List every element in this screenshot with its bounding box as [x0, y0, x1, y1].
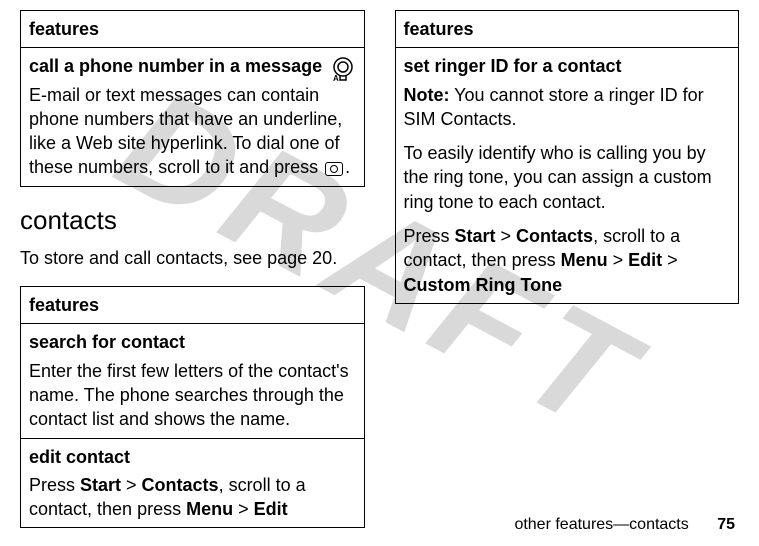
softkey-menu: Menu — [186, 499, 233, 519]
features-header: features — [21, 11, 365, 48]
feature-body-text: Press — [29, 475, 80, 495]
menu-contacts: Contacts — [516, 226, 593, 246]
softkey-menu: Menu — [561, 250, 608, 270]
features-header: features — [21, 287, 365, 324]
menu-edit: Edit — [628, 250, 662, 270]
feature-title: call a phone number in a message — [29, 54, 356, 78]
menu-custom-ring-tone: Custom Ring Tone — [404, 275, 563, 295]
contacts-heading: contacts — [20, 205, 365, 236]
feature-title: edit contact — [29, 445, 356, 469]
menu-contacts: Contacts — [142, 475, 219, 495]
softkey-start: Start — [455, 226, 496, 246]
text: Press — [404, 226, 455, 246]
note-body: You cannot store a ringer ID for SIM Con… — [404, 85, 704, 129]
sep: > — [233, 499, 254, 519]
sep: > — [121, 475, 142, 495]
feature-row: set ringer ID for a contact Note: You ca… — [395, 48, 739, 304]
feature-row: search for contact Enter the first few l… — [21, 324, 365, 438]
feature-row: edit contact Press Start > Contacts, scr… — [21, 438, 365, 528]
feature-title: search for contact — [29, 330, 356, 354]
softkey-start: Start — [80, 475, 121, 495]
note-paragraph: Note: You cannot store a ringer ID for S… — [404, 83, 731, 132]
sep: > — [662, 250, 678, 270]
center-key-icon — [325, 162, 343, 176]
contacts-intro: To store and call contacts, see page 20. — [20, 246, 365, 270]
feature-body-text-end: . — [345, 157, 350, 177]
features-box-call-number: features A call a phone number in a mess… — [20, 10, 365, 187]
note-label: Note: — [404, 85, 450, 105]
right-column: features set ringer ID for a contact Not… — [395, 10, 740, 546]
feature-body-text: E-mail or text messages can contain phon… — [29, 85, 342, 178]
page-content: features A call a phone number in a mess… — [0, 0, 759, 546]
sep: > — [496, 226, 517, 246]
feature-title: set ringer ID for a contact — [404, 54, 731, 78]
feature-body-text: To easily identify who is calling you by… — [404, 141, 731, 214]
menu-edit: Edit — [254, 499, 288, 519]
features-box-ringer: features set ringer ID for a contact Not… — [395, 10, 740, 304]
feature-row: A call a phone number in a message E-mai… — [21, 48, 365, 186]
left-column: features A call a phone number in a mess… — [20, 10, 365, 546]
feature-body-text: Enter the first few letters of the conta… — [29, 361, 349, 430]
features-box-contacts: features search for contact Enter the fi… — [20, 286, 365, 528]
tip-icon: A — [330, 56, 356, 88]
sep: > — [608, 250, 629, 270]
svg-text:A: A — [333, 74, 339, 82]
feature-body-text: Press Start > Contacts, scroll to a cont… — [404, 224, 731, 297]
features-header: features — [395, 11, 739, 48]
